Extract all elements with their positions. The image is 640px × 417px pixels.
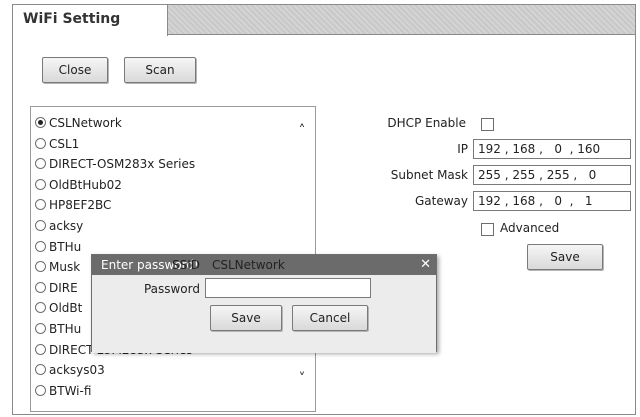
tab-wifi-setting[interactable]: WiFi Setting [13, 5, 168, 36]
close-icon[interactable]: ✕ [420, 255, 431, 275]
network-list-item[interactable]: OldBtHub02 [35, 176, 122, 194]
radio-button[interactable] [35, 240, 46, 252]
radio-button[interactable] [35, 261, 46, 273]
radio-button[interactable] [35, 178, 46, 190]
close-button[interactable]: Close [42, 57, 108, 83]
network-list-item[interactable]: OldBt [35, 299, 82, 317]
network-list-item[interactable]: BTHu [35, 238, 81, 256]
network-list-item[interactable]: BTWi-fi [35, 382, 91, 400]
network-list-item[interactable]: acksys03 [35, 361, 105, 379]
gateway-field[interactable]: 192 , 168 , 0 , 1 [473, 191, 631, 211]
advanced-checkbox[interactable] [481, 223, 494, 236]
network-list-item[interactable]: DIRECT-OSM283x Series [35, 155, 195, 173]
network-name: BTHu [49, 239, 82, 254]
dhcp-enable-label: DHCP Enable [387, 116, 466, 130]
ssid-value: CSLNetwork [212, 258, 285, 272]
radio-button[interactable] [35, 117, 46, 128]
network-name: BTHu [49, 322, 82, 336]
network-name: HP8EF2BC [49, 198, 112, 213]
network-name: OldBt [49, 301, 83, 316]
password-label: Password [143, 282, 200, 296]
network-name: DIRECT-OSM283x Series [49, 157, 196, 172]
radio-button[interactable] [35, 281, 46, 293]
network-list-item[interactable]: DIRE [35, 279, 78, 297]
network-name: DIRE [49, 280, 78, 295]
network-name: BTWi-fi [49, 383, 92, 398]
network-list-item[interactable]: CSL1 [35, 135, 79, 153]
network-list-item[interactable]: BTHu [35, 320, 81, 338]
settings-save-button[interactable]: Save [527, 244, 603, 270]
radio-button[interactable] [35, 137, 46, 149]
radio-button[interactable] [35, 343, 46, 355]
radio-button[interactable] [35, 302, 46, 314]
network-name: Musk [49, 260, 81, 275]
password-input[interactable] [205, 278, 371, 298]
dialog-cancel-button[interactable]: Cancel [292, 305, 368, 331]
network-name: OldBtHub02 [49, 177, 122, 192]
gateway-label: Gateway [414, 194, 468, 208]
chevron-up-icon[interactable]: ˄ [289, 121, 315, 141]
scan-button[interactable]: Scan [124, 57, 196, 83]
chevron-down-icon[interactable]: ˅ [289, 369, 315, 389]
radio-button[interactable] [35, 323, 46, 334]
radio-button[interactable] [35, 364, 46, 376]
network-list-item[interactable]: Musk [35, 258, 80, 276]
network-name: CSL1 [49, 136, 80, 151]
subnet-mask-field[interactable]: 255 , 255 , 255 , 0 [473, 165, 631, 185]
ip-field[interactable]: 192 , 168 , 0 , 160 [473, 139, 631, 159]
network-list-item[interactable]: HP8EF2BC [35, 196, 111, 214]
network-list-item[interactable]: acksy [35, 217, 83, 235]
network-name: CSLNetwork [49, 116, 122, 130]
advanced-label: Advanced [500, 221, 560, 235]
subnet-mask-label: Subnet Mask [390, 168, 468, 182]
network-list-item[interactable]: CSLNetwork [35, 114, 122, 132]
ssid-label: SSID [171, 258, 200, 272]
tab-bar: WiFi Setting [13, 5, 635, 36]
radio-button[interactable] [35, 158, 46, 170]
ip-label: IP [457, 142, 468, 156]
dhcp-enable-checkbox[interactable] [481, 118, 494, 131]
radio-button[interactable] [35, 199, 46, 211]
dialog-save-button[interactable]: Save [210, 305, 282, 331]
radio-button[interactable] [35, 384, 46, 396]
network-name: acksy [49, 219, 84, 233]
network-name: acksys03 [49, 363, 105, 378]
radio-button[interactable] [35, 220, 46, 231]
